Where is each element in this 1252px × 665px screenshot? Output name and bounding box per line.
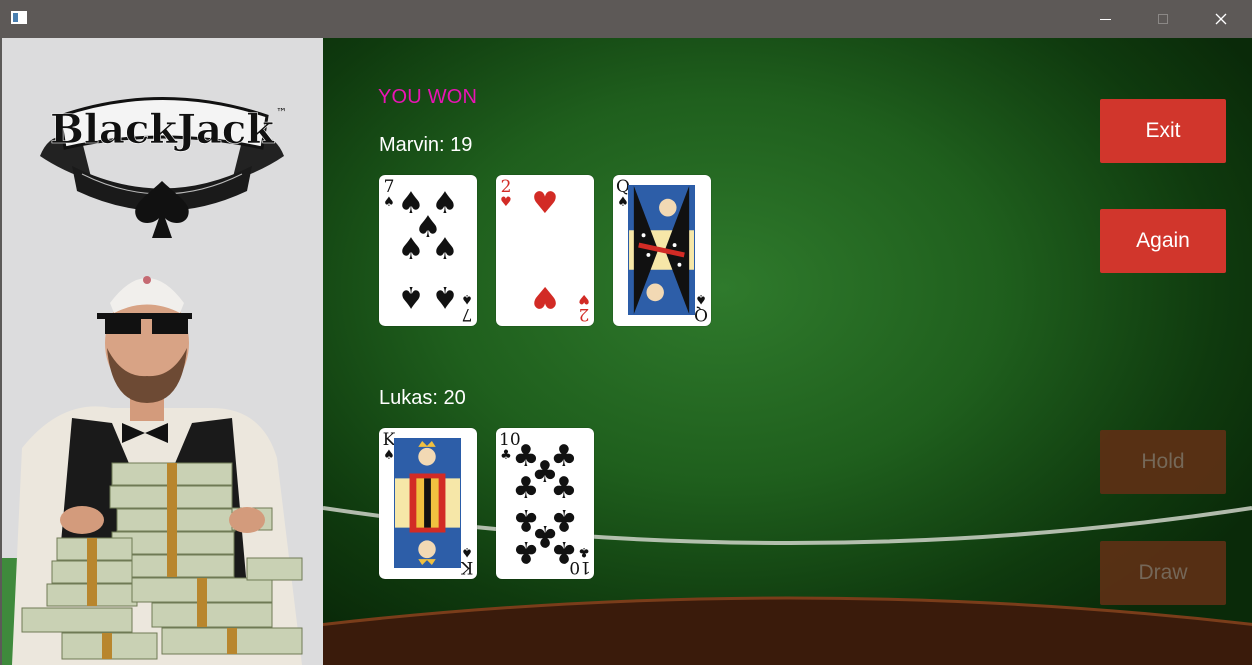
player-score-lukas: Lukas: 20 [379, 387, 466, 409]
maximize-icon [1158, 14, 1168, 24]
svg-text:™: ™ [276, 106, 287, 119]
game-table: YOU WON Marvin: 19 7 ♠ 7 ♠ ♠ ♠ ♠ ♠ ♠ ♠ ♠ 2… [323, 38, 1252, 665]
draw-button[interactable]: Draw [1100, 541, 1226, 605]
hand-marvin: 7 ♠ 7 ♠ ♠ ♠ ♠ ♠ ♠ ♠ ♠ 2 ♥ 2 ♥ ♥ ♥ Q ♠ Q ♠ [379, 175, 711, 326]
queen-face-art [628, 185, 695, 315]
king-face-art [394, 438, 461, 568]
dealer-image [2, 276, 303, 665]
svg-text:BlackJack: BlackJack [50, 106, 275, 153]
player-score-marvin: Marvin: 19 [379, 134, 473, 156]
minimize-button[interactable] [1076, 0, 1134, 38]
exit-button[interactable]: Exit [1100, 99, 1226, 163]
side-panel: BlackJack ™ [2, 38, 323, 665]
card-2-hearts: 2 ♥ 2 ♥ ♥ ♥ [496, 175, 594, 326]
card-7-spades: 7 ♠ 7 ♠ ♠ ♠ ♠ ♠ ♠ ♠ ♠ [379, 175, 477, 326]
again-button[interactable]: Again [1100, 209, 1226, 273]
hand-lukas: K ♠ K ♠ 10 ♣ 10 ♣ ♣ ♣ ♣ ♣ ♣ ♣ ♣ ♣ ♣ ♣ [379, 428, 594, 579]
maximize-button[interactable] [1134, 0, 1192, 38]
card-queen-spades: Q ♠ Q ♠ [613, 175, 711, 326]
app-icon [11, 11, 27, 24]
game-status: YOU WON [378, 86, 478, 108]
card-king-spades: K ♠ K ♠ [379, 428, 477, 579]
blackjack-logo: BlackJack ™ [40, 97, 287, 238]
minimize-icon [1099, 18, 1111, 20]
close-button[interactable] [1192, 0, 1250, 38]
title-bar [0, 0, 1252, 38]
card-10-clubs: 10 ♣ 10 ♣ ♣ ♣ ♣ ♣ ♣ ♣ ♣ ♣ ♣ ♣ [496, 428, 594, 579]
hold-button[interactable]: Hold [1100, 430, 1226, 494]
close-icon [1215, 13, 1227, 25]
